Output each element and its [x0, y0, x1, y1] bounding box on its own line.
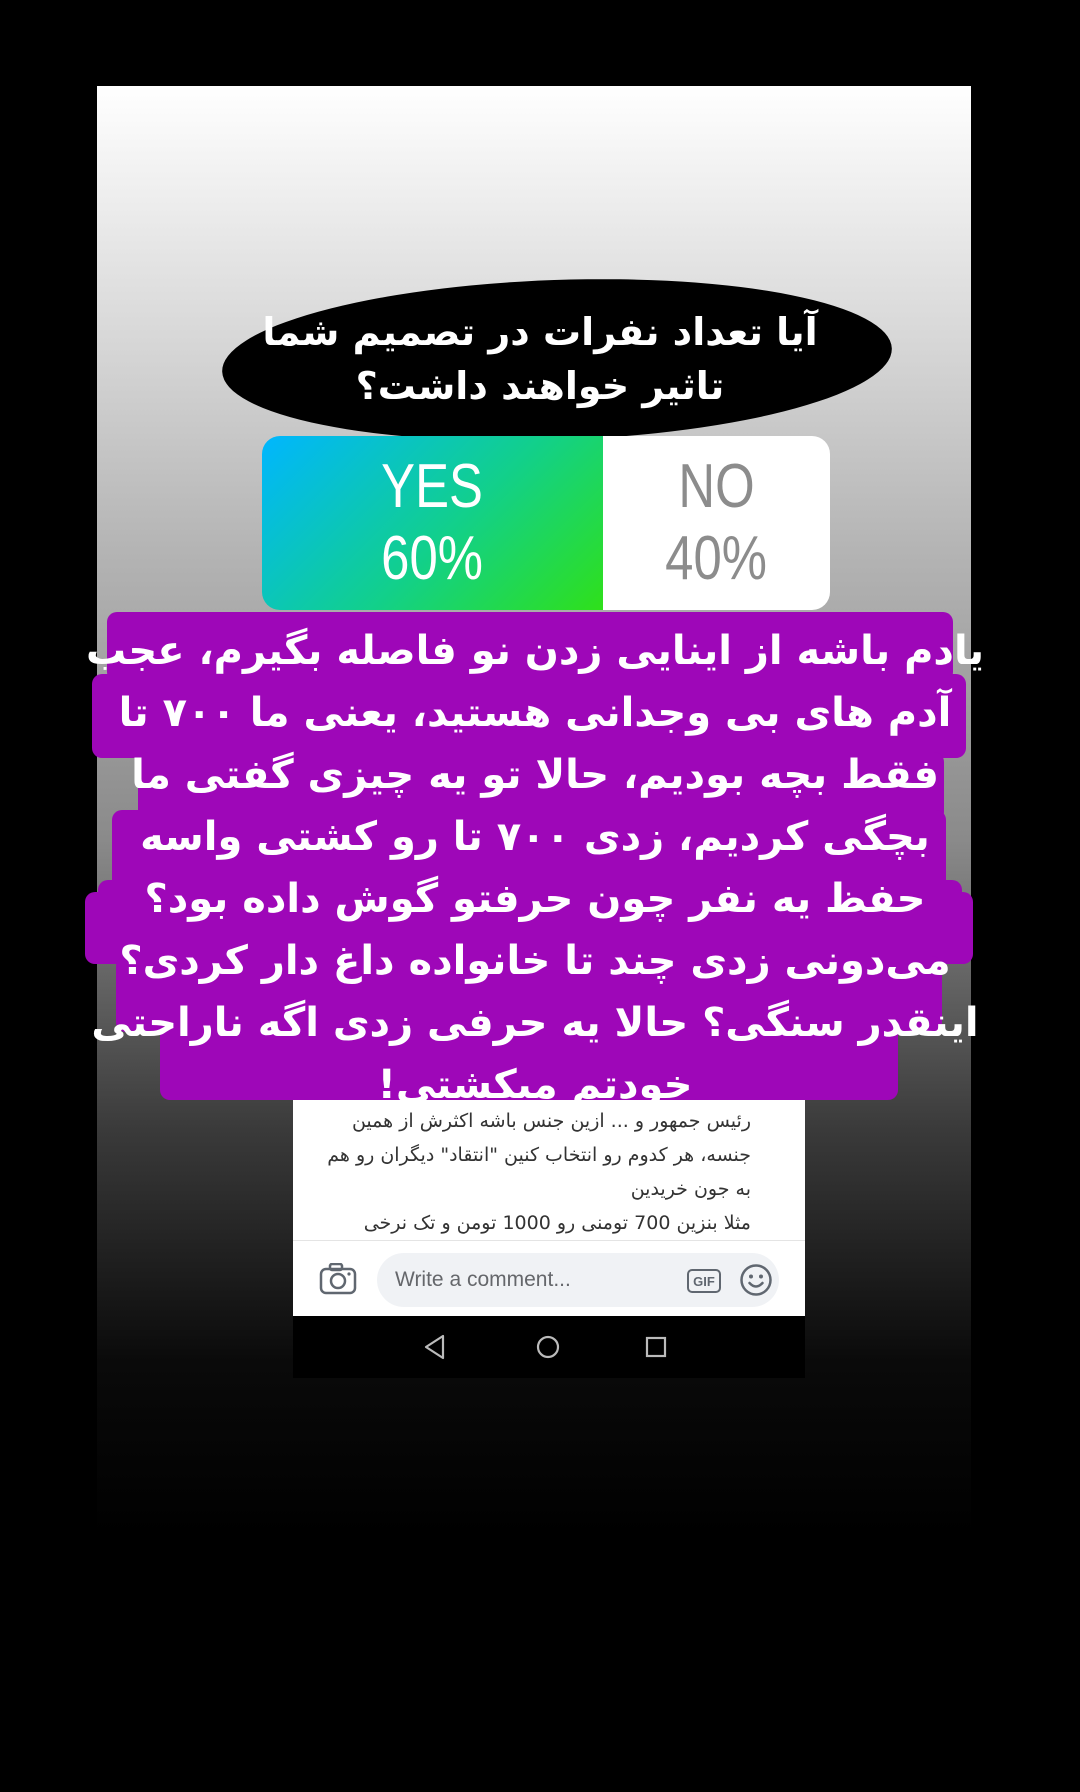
nav-home-icon[interactable] — [536, 1335, 560, 1359]
question-text: آیا تعداد نفرات در تصمیم شما تاثیر خواهن… — [262, 310, 818, 408]
post-text: رئیس جمهور و ... ازین جنس باشه اکثرش از … — [293, 1104, 773, 1244]
poll-no-label: NO — [678, 452, 755, 521]
nav-recent-icon[interactable] — [645, 1336, 667, 1358]
post-line: به جون خریدین — [630, 1178, 751, 1200]
nav-back-icon[interactable] — [423, 1334, 447, 1360]
post-line: مثلا بنزین 700 تومنی رو 1000 تومن و تک ن… — [363, 1212, 751, 1234]
poll-no-percent: 40% — [665, 524, 768, 593]
embedded-screenshot: رئیس جمهور و ... ازین جنس باشه اکثرش از … — [293, 1100, 805, 1378]
poll-yes-percent: 60% — [381, 524, 484, 593]
poll-sticker: YES 60% NO 40% — [262, 436, 830, 610]
camera-icon[interactable] — [319, 1263, 357, 1295]
gif-icon[interactable]: GIF — [687, 1269, 721, 1293]
comment-bar: Write a comment... GIF — [293, 1240, 805, 1317]
emoji-icon[interactable] — [739, 1263, 773, 1297]
android-nav-bar — [293, 1316, 805, 1378]
poll-yes-label: YES — [381, 452, 484, 521]
poll-option-yes[interactable]: YES 60% — [262, 436, 603, 610]
caption-text: یادم باشه از اینایی زدن نو فاصله بگیرم، … — [86, 628, 984, 1108]
poll-option-no[interactable]: NO 40% — [602, 436, 830, 610]
post-line: جنسه، هر کدوم رو انتخاب کنین "انتقاد" دی… — [327, 1144, 751, 1166]
